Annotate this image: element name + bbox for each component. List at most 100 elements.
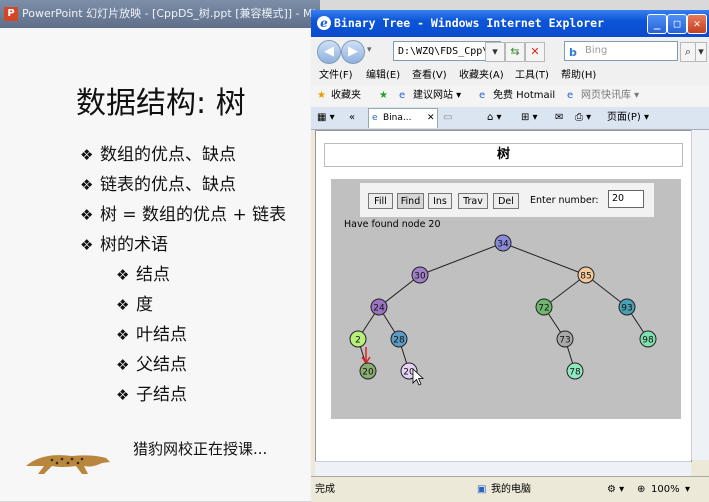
computer-icon: ▣ bbox=[477, 484, 487, 495]
back-button[interactable]: ◀ bbox=[317, 40, 341, 64]
quick-tabs-icon[interactable]: ▦ ▾ bbox=[317, 107, 335, 129]
tree-node: 78 bbox=[566, 362, 584, 380]
address-dropdown-button[interactable]: ▾ bbox=[485, 42, 505, 62]
tree-node: 20 bbox=[359, 362, 377, 380]
binary-tree-diagram: 3430 8524 72 932 28 73 9820 20 78 bbox=[349, 234, 657, 386]
tree-node-label: 24 bbox=[373, 304, 385, 314]
sub-bullet-item: ❖ 度 bbox=[80, 290, 286, 320]
bullet-diamond-icon: ❖ bbox=[80, 236, 94, 254]
tree-node-label: 73 bbox=[559, 336, 570, 346]
menu-file[interactable]: 文件(F) bbox=[319, 67, 353, 85]
zoom-level[interactable]: 100% bbox=[651, 477, 680, 502]
tree-node-label: 30 bbox=[414, 272, 426, 282]
slide-title: 数据结构: 树 bbox=[76, 86, 246, 121]
favorites-star-icon: ★ bbox=[317, 90, 326, 101]
tree-edge bbox=[502, 242, 587, 276]
minimize-button[interactable]: _ bbox=[647, 14, 667, 34]
mouse-cursor-icon bbox=[412, 368, 425, 386]
tree-node: 73 bbox=[556, 330, 574, 348]
cheetah-logo bbox=[26, 455, 110, 474]
tree-node-label: 20 bbox=[362, 368, 374, 378]
tab-bar: ▦ ▾ « e Bina... ✕ ▭ ⌂ ▾ ⊞ ▾ ✉ ⎙ ▾ 页面(P) … bbox=[311, 107, 709, 130]
ie-window-title: Binary Tree - Windows Internet Explorer bbox=[334, 16, 605, 30]
menu-view[interactable]: 查看(V) bbox=[412, 67, 447, 85]
ppt-title-bar[interactable]: P PowerPoint 幻灯片放映 - [CppDS_树.ppt [兼容模式]]… bbox=[0, 0, 320, 28]
refresh-button[interactable]: ⇆ bbox=[505, 42, 525, 62]
status-text: 完成 bbox=[315, 484, 335, 495]
tree-node: 72 bbox=[535, 298, 553, 316]
home-icon[interactable]: ⌂ ▾ bbox=[487, 107, 502, 129]
tab-list-icon[interactable]: « bbox=[349, 107, 355, 129]
bing-icon: b bbox=[569, 46, 577, 59]
menu-tools[interactable]: 工具(T) bbox=[515, 67, 549, 85]
hotmail-link[interactable]: 免费 Hotmail bbox=[493, 85, 555, 107]
close-button[interactable]: ✕ bbox=[687, 14, 707, 34]
search-input[interactable]: b Bing bbox=[564, 41, 678, 61]
menu-bar: 文件(F) 编辑(E) 查看(V) 收藏夹(A) 工具(T) 帮助(H) bbox=[311, 67, 709, 85]
menu-favorites[interactable]: 收藏夹(A) bbox=[459, 67, 504, 85]
footer-text: 猎豹网校正在授课... bbox=[133, 440, 268, 458]
menu-edit[interactable]: 编辑(E) bbox=[366, 67, 400, 85]
close-tab-icon[interactable]: ✕ bbox=[427, 109, 435, 127]
mail-icon[interactable]: ✉ bbox=[555, 107, 563, 129]
status-bar: 完成 ▣ 我的电脑 ⚙ ▾ ⊕ 100% ▾ bbox=[311, 476, 709, 502]
page-menu[interactable]: 页面(P) ▾ bbox=[607, 107, 649, 129]
sub-bullet-item: ❖ 结点 bbox=[80, 260, 286, 290]
ie-page-icon: e bbox=[567, 90, 574, 101]
sub-bullet-item: ❖ 子结点 bbox=[80, 380, 286, 410]
vertical-scrollbar[interactable] bbox=[691, 130, 709, 460]
tree-node-label: 85 bbox=[580, 272, 591, 282]
ie-window: e Binary Tree - Windows Internet Explorer… bbox=[311, 10, 709, 502]
bullet-diamond-icon: ❖ bbox=[116, 386, 130, 404]
tree-node: 93 bbox=[618, 298, 636, 316]
tree-applet[interactable]: Fill Find Ins Trav Del Enter number: 20 … bbox=[331, 179, 681, 419]
stop-button[interactable]: ✕ bbox=[525, 42, 545, 62]
maximize-button[interactable]: □ bbox=[667, 14, 687, 34]
tree-node: 85 bbox=[577, 266, 595, 284]
tree-node-label: 93 bbox=[621, 304, 632, 314]
bullet-item: ❖ 树的术语 bbox=[80, 230, 286, 260]
sub-bullet-item: ❖ 叶结点 bbox=[80, 320, 286, 350]
web-slice-gallery-link[interactable]: 网页快讯库 ▾ bbox=[581, 85, 639, 107]
powerpoint-window: P PowerPoint 幻灯片放映 - [CppDS_树.ppt [兼容模式]]… bbox=[0, 0, 320, 501]
new-tab-icon[interactable]: ▭ bbox=[443, 107, 452, 129]
ie-logo-icon: e bbox=[317, 16, 331, 30]
tree-node-label: 2 bbox=[355, 336, 361, 346]
bullet-diamond-icon: ❖ bbox=[80, 146, 94, 164]
zoom-icon[interactable]: ⊕ bbox=[637, 477, 645, 502]
bullet-diamond-icon: ❖ bbox=[116, 266, 130, 284]
print-icon[interactable]: ⎙ ▾ bbox=[575, 107, 591, 129]
forward-button[interactable]: ▶ bbox=[341, 40, 365, 64]
zone-text: 我的电脑 bbox=[491, 484, 531, 495]
add-favorite-icon[interactable]: ★ bbox=[379, 85, 388, 107]
bullet-item: ❖ 数组的优点、缺点 bbox=[80, 140, 286, 170]
recent-pages-dropdown-icon[interactable]: ▾ bbox=[367, 45, 372, 55]
feeds-icon[interactable]: ⊞ ▾ bbox=[521, 107, 538, 129]
sub-bullet-item: ❖ 父结点 bbox=[80, 350, 286, 380]
suggested-sites-link[interactable]: 建议网站 ▾ bbox=[413, 85, 461, 107]
ie-title-bar[interactable]: e Binary Tree - Windows Internet Explorer… bbox=[311, 10, 709, 37]
tree-node-label: 78 bbox=[569, 368, 581, 378]
tab-binary-tree[interactable]: e Bina... ✕ bbox=[368, 108, 438, 128]
search-icon[interactable]: ⌕ bbox=[680, 42, 696, 62]
tree-node: 28 bbox=[390, 330, 408, 348]
favorites-button[interactable]: 收藏夹 bbox=[331, 85, 361, 107]
tree-node: 30 bbox=[411, 266, 429, 284]
bullet-diamond-icon: ❖ bbox=[116, 356, 130, 374]
powerpoint-icon: P bbox=[4, 7, 18, 21]
menu-help[interactable]: 帮助(H) bbox=[561, 67, 596, 85]
tree-node-label: 72 bbox=[538, 304, 549, 314]
ie-page-icon: e bbox=[479, 90, 486, 101]
bullet-item: ❖ 链表的优点、缺点 bbox=[80, 170, 286, 200]
zoom-dropdown-icon[interactable]: ▾ bbox=[685, 477, 690, 502]
ie-page-icon: e bbox=[372, 113, 378, 123]
bullet-diamond-icon: ❖ bbox=[80, 176, 94, 194]
protected-mode-icon[interactable]: ⚙ ▾ bbox=[607, 477, 624, 502]
search-options-dropdown[interactable]: ▾ bbox=[695, 42, 707, 62]
slide: 数据结构: 树 ❖ 数组的优点、缺点 ❖ 链表的优点、缺点 ❖ 树 = 数组的优点 +… bbox=[0, 28, 310, 501]
horizontal-scrollbar[interactable] bbox=[315, 461, 691, 476]
bullet-list: ❖ 数组的优点、缺点 ❖ 链表的优点、缺点 ❖ 树 = 数组的优点 + 链表 ❖ 树的术… bbox=[80, 140, 286, 410]
bullet-diamond-icon: ❖ bbox=[116, 296, 130, 314]
tree-node: 24 bbox=[370, 298, 388, 316]
tree-node: 2 bbox=[349, 330, 367, 348]
